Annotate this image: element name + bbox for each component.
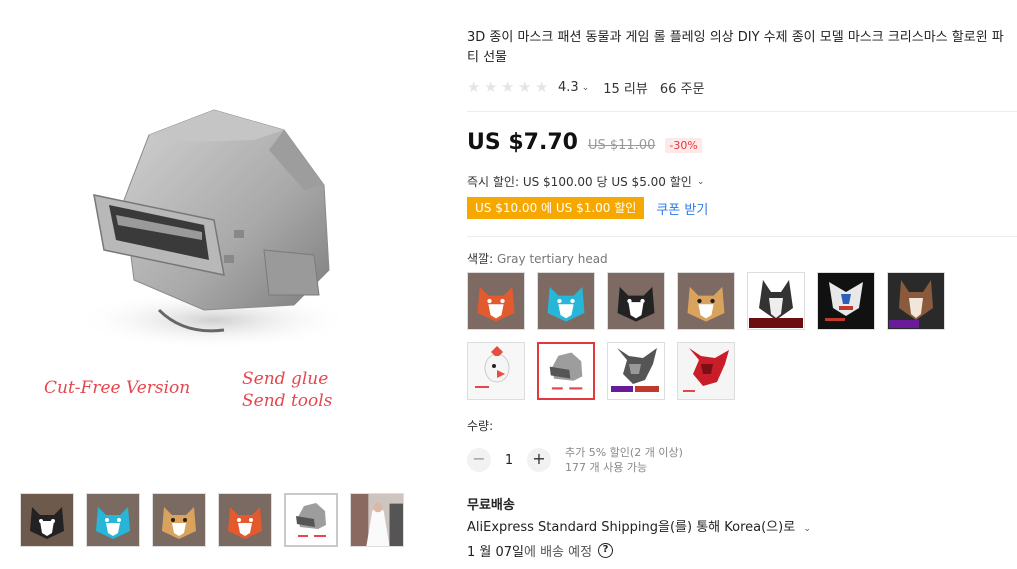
caption-send-items: Send glue Send tools: [242, 368, 332, 412]
cat-mask-icon: [30, 507, 64, 539]
chevron-down-icon: ⌄: [696, 176, 705, 187]
thumbnail-strip: [20, 493, 404, 547]
swatch-dragon-gray[interactable]: [607, 342, 665, 400]
instant-discount-text: 즉시 할인: US $100.00 당 US $5.00 할인: [467, 175, 692, 189]
order-count: 66 주문: [659, 82, 705, 97]
dragon-mask-icon: [611, 348, 659, 392]
current-price: US $7.70: [467, 130, 578, 155]
helmet-image: [74, 109, 354, 350]
caption-cut-free: Cut-Free Version: [44, 378, 191, 398]
swatch-gray-helmet[interactable]: [537, 342, 595, 400]
cat-mask-icon: [96, 507, 130, 539]
shipping-method[interactable]: AliExpress Standard Shipping을(를) 통해 Kore…: [467, 516, 811, 535]
color-swatches: [467, 272, 957, 400]
get-coupon-link[interactable]: 쿠폰 받기: [656, 199, 708, 218]
delivery-date: 1 월 07일: [467, 545, 524, 560]
star-icon: ★: [501, 78, 515, 96]
price-row: US $7.70 US $11.00 -30%: [467, 130, 702, 155]
cat-mask-icon: [617, 286, 655, 322]
product-gallery: Cut-Free Version Send glue Send tools: [0, 0, 420, 569]
product-title: 3D 종이 마스크 패션 동물과 게임 롤 플레잉 의상 DIY 수제 종이 모…: [467, 30, 1004, 65]
cat-mask-icon: [162, 507, 196, 539]
thumb-red-cat[interactable]: [218, 493, 272, 547]
cat-mask-icon: [687, 286, 725, 322]
swatch-orange-cat[interactable]: [677, 272, 735, 330]
instant-discount[interactable]: 즉시 할인: US $100.00 당 US $5.00 할인 ⌄: [467, 173, 704, 190]
helmet-icon: [549, 352, 583, 390]
shipping-title: 무료배송: [467, 498, 515, 513]
star-icon: ★: [484, 78, 498, 96]
swatch-black-cat[interactable]: [607, 272, 665, 330]
swatch-blue-cat[interactable]: [537, 272, 595, 330]
caption-send-glue: Send glue: [242, 369, 329, 389]
star-icon: ★: [467, 78, 481, 96]
rating-row: ★ ★ ★ ★ ★ 4.3 ⌄ 15 리뷰 66 주문: [467, 78, 705, 98]
bird-mask-icon: [475, 346, 510, 388]
swatch-wolf[interactable]: [887, 272, 945, 330]
star-rating[interactable]: ★ ★ ★ ★ ★: [467, 80, 550, 95]
quantity-note: 추가 5% 할인(2 개 이상) 177 개 사용 가능: [565, 445, 683, 475]
bulk-discount-note: 추가 5% 할인(2 개 이상): [565, 446, 683, 459]
thumb-wedding-photo[interactable]: [350, 493, 404, 547]
thumb-black-white-cat[interactable]: [20, 493, 74, 547]
delivery-date-suffix: 에 배송 예정: [524, 545, 593, 560]
quantity-value[interactable]: 1: [499, 453, 519, 468]
wolf-mask-icon: [889, 280, 933, 328]
discount-badge: -30%: [665, 138, 702, 153]
husky-mask-icon: [749, 280, 803, 328]
swatch-husky[interactable]: [747, 272, 805, 330]
main-product-image[interactable]: Cut-Free Version Send glue Send tools: [14, 30, 414, 470]
caption-send-tools: Send tools: [242, 391, 333, 411]
swatch-dragon-red[interactable]: [677, 342, 735, 400]
quantity-increase-button[interactable]: +: [527, 448, 551, 472]
help-icon[interactable]: ?: [598, 543, 614, 558]
swatch-red-cat[interactable]: [467, 272, 525, 330]
color-label-text: 색깔:: [467, 252, 494, 266]
thumb-gray-helmet[interactable]: [284, 493, 338, 547]
chevron-down-icon: ⌄: [803, 524, 811, 534]
rating-value[interactable]: 4.3: [558, 80, 579, 95]
store-promo-badge: US $10.00 에 US $1.00 할인: [467, 197, 645, 219]
stock-available: 177 개 사용 가능: [565, 461, 648, 474]
divider: [467, 236, 1017, 237]
divider: [467, 111, 1017, 112]
dragon-mask-icon: [683, 348, 729, 392]
photo-icon: [351, 494, 403, 546]
star-icon: ★: [518, 78, 532, 96]
quantity-label: 수량:: [467, 419, 494, 433]
cat-mask-icon: [477, 286, 515, 322]
robot-mask-icon: [825, 282, 863, 321]
cat-mask-icon: [228, 507, 262, 539]
swatch-bird[interactable]: [467, 342, 525, 400]
chevron-down-icon[interactable]: ⌄: [582, 83, 590, 93]
thumb-orange-cat[interactable]: [152, 493, 206, 547]
color-value: Gray tertiary head: [496, 252, 608, 266]
delivery-estimate: 1 월 07일에 배송 예정 ?: [467, 541, 614, 560]
star-icon: ★: [535, 78, 549, 96]
quantity-decrease-button[interactable]: −: [467, 448, 491, 472]
cat-mask-icon: [547, 286, 585, 322]
original-price: US $11.00: [587, 138, 656, 153]
color-label: 색깔: Gray tertiary head: [467, 250, 608, 267]
swatch-robot[interactable]: [817, 272, 875, 330]
thumb-blue-cat[interactable]: [86, 493, 140, 547]
promo-row: US $10.00 에 US $1.00 할인 쿠폰 받기: [467, 197, 708, 219]
shipping-method-text: AliExpress Standard Shipping을(를) 통해 Kore…: [467, 520, 796, 535]
quantity-stepper: − 1 + 추가 5% 할인(2 개 이상) 177 개 사용 가능: [467, 445, 683, 475]
review-count[interactable]: 15 리뷰: [603, 78, 648, 97]
helmet-icon: [296, 503, 326, 537]
